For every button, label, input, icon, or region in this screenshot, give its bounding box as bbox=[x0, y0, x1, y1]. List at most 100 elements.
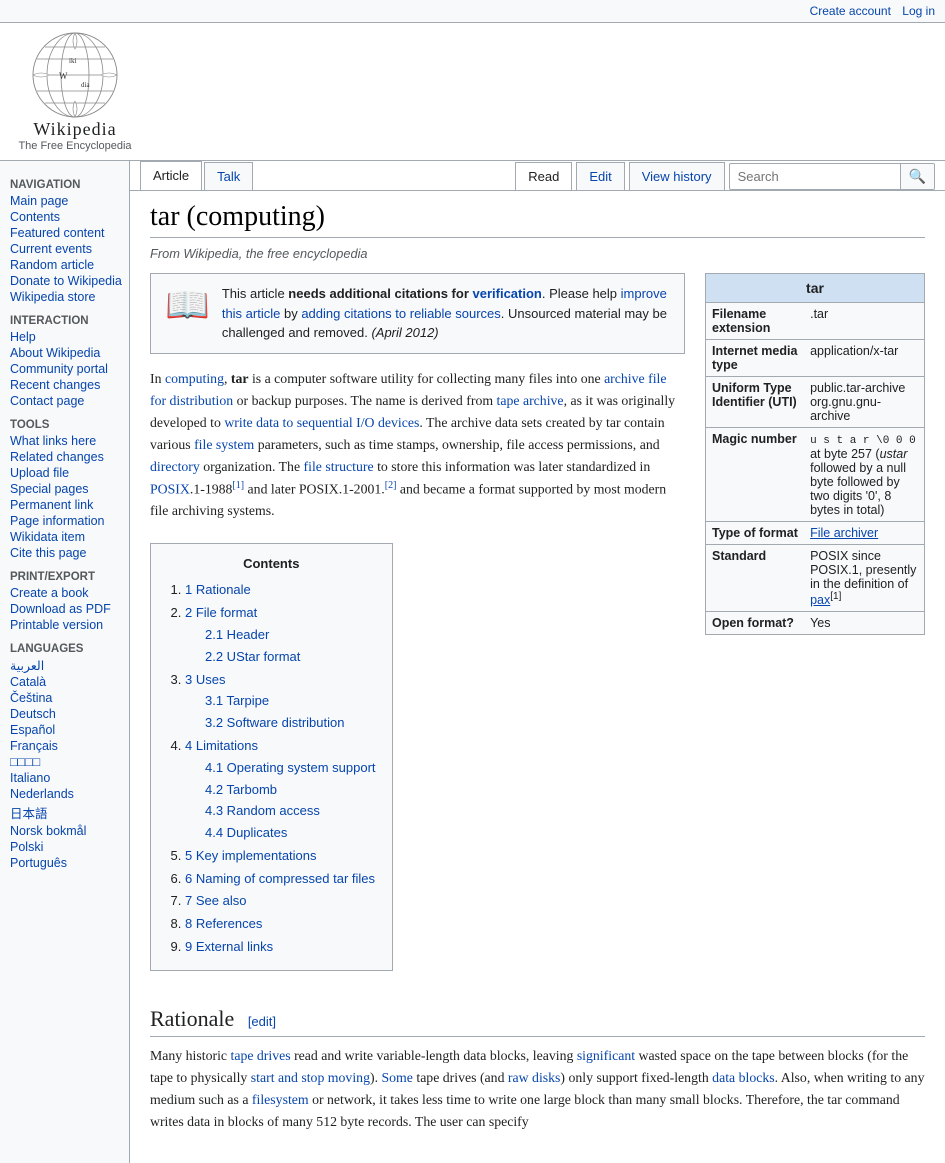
raw-disks-link[interactable]: raw disks bbox=[508, 1070, 561, 1085]
filesystem-link[interactable]: filesystem bbox=[252, 1092, 309, 1107]
sidebar-item-recent-changes[interactable]: Recent changes bbox=[10, 377, 129, 393]
rationale-edit-link[interactable]: [edit] bbox=[248, 1014, 276, 1029]
sidebar-lang-portugues[interactable]: Português bbox=[10, 855, 129, 871]
toc-link-ustar[interactable]: 2.2 UStar format bbox=[205, 649, 300, 664]
start-stop-link[interactable]: start and stop moving bbox=[251, 1070, 370, 1085]
create-account-link[interactable]: Create account bbox=[810, 4, 891, 18]
sidebar-item-donate[interactable]: Donate to Wikipedia bbox=[10, 273, 129, 289]
sidebar-item-community[interactable]: Community portal bbox=[10, 361, 129, 377]
data-blocks-link[interactable]: data blocks bbox=[712, 1070, 774, 1085]
sidebar-lang-arabic[interactable]: العربية bbox=[10, 657, 129, 674]
sidebar-item-special-pages[interactable]: Special pages bbox=[10, 481, 129, 497]
tab-view-history[interactable]: View history bbox=[629, 162, 725, 190]
toc-link-limitations[interactable]: 4 Limitations bbox=[185, 738, 258, 753]
sidebar-item-help[interactable]: Help bbox=[10, 329, 129, 345]
toc-link-tarbomb[interactable]: 4.2 Tarbomb bbox=[205, 782, 277, 797]
toc-item-2: 2 File format 2.1 Header 2.2 UStar forma… bbox=[185, 603, 376, 667]
computing-link[interactable]: computing bbox=[165, 371, 224, 386]
content-area: Article Talk Read Edit View history 🔍 ta… bbox=[130, 161, 945, 1163]
page-tabs: Article Talk Read Edit View history 🔍 bbox=[130, 161, 945, 191]
some-link[interactable]: Some bbox=[381, 1070, 412, 1085]
toc-sub-4: 4.1 Operating system support 4.2 Tarbomb… bbox=[205, 758, 376, 844]
sidebar-lang-catala[interactable]: Català bbox=[10, 674, 129, 690]
sidebar-lang-norsk[interactable]: Norsk bokmål bbox=[10, 823, 129, 839]
toc-link-key-impl[interactable]: 5 Key implementations bbox=[185, 848, 317, 863]
sidebar-item-page-info[interactable]: Page information bbox=[10, 513, 129, 529]
significant-link[interactable]: significant bbox=[577, 1048, 635, 1063]
toc-link-uses[interactable]: 3 Uses bbox=[185, 672, 225, 687]
toc-link-random-access[interactable]: 4.3 Random access bbox=[205, 803, 320, 818]
sidebar-item-current-events[interactable]: Current events bbox=[10, 241, 129, 257]
sidebar-lang-cestina[interactable]: Čeština bbox=[10, 690, 129, 706]
archive-file-link[interactable]: archive file for distribution bbox=[150, 371, 667, 408]
toc-item-7: 7 See also bbox=[185, 891, 376, 912]
sidebar-item-store[interactable]: Wikipedia store bbox=[10, 289, 129, 305]
infobox-table: Filename extension .tar Internet media t… bbox=[706, 302, 924, 634]
sidebar-lang-nederlands[interactable]: Nederlands bbox=[10, 786, 129, 802]
svg-text:W: W bbox=[59, 71, 68, 81]
toc-link-naming[interactable]: 6 Naming of compressed tar files bbox=[185, 871, 375, 886]
tab-read[interactable]: Read bbox=[515, 162, 572, 190]
sidebar-item-wikidata[interactable]: Wikidata item bbox=[10, 529, 129, 545]
tab-talk[interactable]: Talk bbox=[204, 162, 253, 190]
sidebar-item-contents[interactable]: Contents bbox=[10, 209, 129, 225]
infobox-value-filename: .tar bbox=[804, 303, 924, 340]
toc-link-external-links[interactable]: 9 External links bbox=[185, 939, 273, 954]
sidebar-item-main-page[interactable]: Main page bbox=[10, 193, 129, 209]
sidebar-lang-francais[interactable]: Français bbox=[10, 738, 129, 754]
sidebar-item-contact[interactable]: Contact page bbox=[10, 393, 129, 409]
adding-citations-link[interactable]: adding citations to reliable sources bbox=[301, 306, 500, 321]
infobox-row-magic: Magic number u s t a r \0 0 0 at byte 25… bbox=[706, 428, 924, 522]
infobox-label-standard: Standard bbox=[706, 545, 804, 612]
sidebar-item-featured[interactable]: Featured content bbox=[10, 225, 129, 241]
sidebar-lang-espanol[interactable]: Español bbox=[10, 722, 129, 738]
toc-link-software-dist[interactable]: 3.2 Software distribution bbox=[205, 715, 344, 730]
tab-edit[interactable]: Edit bbox=[576, 162, 624, 190]
toc-link-see-also[interactable]: 7 See also bbox=[185, 893, 246, 908]
logo-image: W iki dia bbox=[31, 31, 119, 119]
toc-link-os-support[interactable]: 4.1 Operating system support bbox=[205, 760, 376, 775]
ref1-link[interactable]: [1] bbox=[232, 480, 244, 491]
sidebar-item-what-links[interactable]: What links here bbox=[10, 433, 129, 449]
directory-link[interactable]: directory bbox=[150, 459, 200, 474]
file-archiver-link[interactable]: File archiver bbox=[810, 526, 878, 540]
file-system-link[interactable]: file system bbox=[194, 437, 254, 452]
toc-item-5: 5 Key implementations bbox=[185, 846, 376, 867]
toc-link-tarpipe[interactable]: 3.1 Tarpipe bbox=[205, 693, 269, 708]
sidebar-item-about[interactable]: About Wikipedia bbox=[10, 345, 129, 361]
search-input[interactable] bbox=[730, 165, 900, 188]
write-data-link[interactable]: write data to sequential I/O devices bbox=[224, 415, 419, 430]
sidebar-item-cite[interactable]: Cite this page bbox=[10, 545, 129, 561]
file-structure-link[interactable]: file structure bbox=[304, 459, 374, 474]
toc-link-rationale[interactable]: 1 Rationale bbox=[185, 582, 251, 597]
sidebar-item-related-changes[interactable]: Related changes bbox=[10, 449, 129, 465]
tab-article[interactable]: Article bbox=[140, 161, 202, 190]
pax-link[interactable]: pax bbox=[810, 593, 830, 607]
search-button[interactable]: 🔍 bbox=[900, 164, 934, 189]
sidebar-item-random[interactable]: Random article bbox=[10, 257, 129, 273]
verification-link[interactable]: verification bbox=[473, 286, 542, 301]
sidebar-lang-italiano[interactable]: Italiano bbox=[10, 770, 129, 786]
sidebar-item-pdf[interactable]: Download as PDF bbox=[10, 601, 129, 617]
sidebar-lang-boxes[interactable]: □□□□ bbox=[10, 754, 129, 770]
site-header: W iki dia Wikipedia The Free Encyclopedi… bbox=[0, 23, 945, 161]
sidebar-lang-polski[interactable]: Polski bbox=[10, 839, 129, 855]
sidebar-lang-deutsch[interactable]: Deutsch bbox=[10, 706, 129, 722]
toc-link-duplicates[interactable]: 4.4 Duplicates bbox=[205, 825, 287, 840]
infobox-row-media: Internet media type application/x-tar bbox=[706, 340, 924, 377]
toc-item-8: 8 References bbox=[185, 914, 376, 935]
sidebar-item-upload[interactable]: Upload file bbox=[10, 465, 129, 481]
toc-link-header[interactable]: 2.1 Header bbox=[205, 627, 269, 642]
sidebar-item-permanent-link[interactable]: Permanent link bbox=[10, 497, 129, 513]
sidebar-item-printable[interactable]: Printable version bbox=[10, 617, 129, 633]
log-in-link[interactable]: Log in bbox=[902, 4, 935, 18]
tape-drives-link[interactable]: tape drives bbox=[230, 1048, 290, 1063]
site-logo[interactable]: W iki dia Wikipedia The Free Encyclopedi… bbox=[10, 31, 140, 152]
posix-link[interactable]: POSIX bbox=[150, 481, 190, 496]
ref2-link[interactable]: [2] bbox=[385, 480, 397, 491]
sidebar-item-create-book[interactable]: Create a book bbox=[10, 585, 129, 601]
tape-archive-link[interactable]: tape archive bbox=[497, 393, 564, 408]
sidebar-lang-japanese[interactable]: 日本語 bbox=[10, 802, 129, 823]
toc-link-file-format[interactable]: 2 File format bbox=[185, 605, 257, 620]
toc-link-references[interactable]: 8 References bbox=[185, 916, 262, 931]
